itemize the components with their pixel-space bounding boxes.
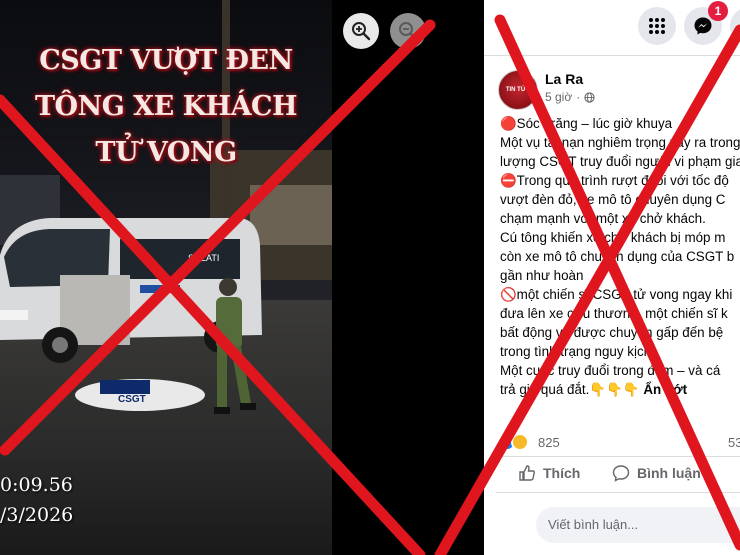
timestamp-time: 0:09.56 — [0, 474, 73, 496]
globe-icon — [584, 91, 595, 103]
comment-input[interactable]: Viết bình luận... — [536, 507, 740, 543]
comment-label: Bình luận — [637, 465, 701, 481]
post-panel: 1 TIN TỨC La Ra 5 giờ · 🔴Sóc Trăng – lúc… — [484, 0, 740, 555]
post-line: chạm mạnh với một xe chở khách. — [500, 211, 706, 226]
divider — [496, 492, 740, 493]
crashed-motorbike-image: CSGT — [75, 379, 205, 411]
reaction-count: 825 — [538, 434, 560, 450]
messenger-icon — [694, 17, 712, 35]
top-bar: 1 — [484, 0, 740, 50]
officer-figure — [214, 278, 256, 414]
thumbs-up-icon — [519, 465, 535, 481]
reaction-icons — [498, 433, 529, 451]
post-line: 🔴Sóc Trăng – lúc giờ khuya — [500, 116, 673, 131]
like-label: Thích — [543, 465, 581, 481]
post-time[interactable]: 5 giờ — [545, 90, 572, 104]
post-line: vượt đèn đỏ, xe mô tô chuyên dụng C — [500, 192, 726, 207]
menu-button[interactable] — [638, 7, 676, 45]
zoom-out-button[interactable] — [390, 13, 426, 49]
post-line: Một vụ tai nạn nghiêm trọng xảy ra trong — [500, 135, 740, 150]
like-button[interactable]: Thích — [518, 464, 580, 482]
headline-line: TÔNG XE KHÁCH — [34, 91, 298, 122]
timestamp-date: /3/2026 — [0, 504, 74, 526]
account-button[interactable] — [730, 7, 740, 45]
post-text: 🔴Sóc Trăng – lúc giờ khuya Một vụ tai nạ… — [500, 114, 740, 399]
divider — [496, 456, 740, 457]
haha-reaction-icon — [511, 433, 529, 451]
zoom-in-icon — [352, 22, 371, 41]
comment-icon — [612, 465, 630, 482]
avatar-logo: TIN TỨC — [505, 86, 531, 93]
comment-count[interactable]: 53 — [728, 435, 740, 450]
notification-badge: 1 — [708, 1, 728, 21]
post-line: bất động và được chuyển gấp đến bệ — [500, 325, 724, 340]
post-line: trả giá quá đắt.👇👇👇 — [500, 382, 640, 397]
post-line: gần như hoàn — [500, 268, 584, 283]
avatar[interactable]: TIN TỨC — [498, 70, 538, 110]
grid-menu-icon — [649, 18, 665, 34]
post-line: trong tình trạng nguy kịch. — [500, 344, 655, 359]
post-meta: 5 giờ · — [545, 90, 595, 104]
post-author[interactable]: La Ra — [545, 71, 583, 87]
headline-line: TỬ VONG — [95, 137, 237, 168]
zoom-out-icon — [399, 22, 418, 41]
photo-viewer: SOLATI CSGT CSGT VƯỢT ĐEN TÔNG XE KHÁCH … — [0, 0, 484, 555]
divider — [484, 55, 740, 56]
post-line: 🚫một chiến sĩ CSGT tử vong ngay khi — [500, 287, 733, 302]
post-line: đưa lên xe cứu thương, một chiến sĩ k — [500, 306, 728, 321]
separator-dot: · — [576, 90, 581, 104]
reaction-summary[interactable]: 825 — [498, 433, 560, 451]
post-line: ⛔Trong quá trình rượt đuổi với tốc độ — [500, 173, 729, 188]
post-line: lượng CSGT truy đuổi người vi phạm giao — [500, 154, 740, 169]
headline-line: CSGT VƯỢT ĐEN — [39, 45, 293, 76]
van-brand: SOLATI — [188, 253, 219, 263]
post-line: Cú tông khiến xe chở khách bị móp m — [500, 230, 726, 245]
zoom-in-button[interactable] — [343, 13, 379, 49]
see-less-link[interactable]: Ẩn bớt — [643, 382, 687, 397]
post-photo[interactable]: SOLATI CSGT CSGT VƯỢT ĐEN TÔNG XE KHÁCH … — [0, 0, 332, 555]
post-line: Một cuộc truy đuổi trong đêm – và cá — [500, 363, 721, 378]
post-line-last: trả giá quá đắt.👇👇👇 Ẩn bớt — [500, 380, 740, 399]
post-line: còn xe mô tô chuyên dụng của CSGT b — [500, 249, 735, 264]
photo-timestamp: 0:09.56 /3/2026 — [0, 470, 73, 530]
photo-headline: CSGT VƯỢT ĐEN TÔNG XE KHÁCH TỬ VONG — [0, 38, 332, 176]
comment-button[interactable]: Bình luận — [612, 464, 701, 482]
moto-label: CSGT — [118, 394, 146, 405]
